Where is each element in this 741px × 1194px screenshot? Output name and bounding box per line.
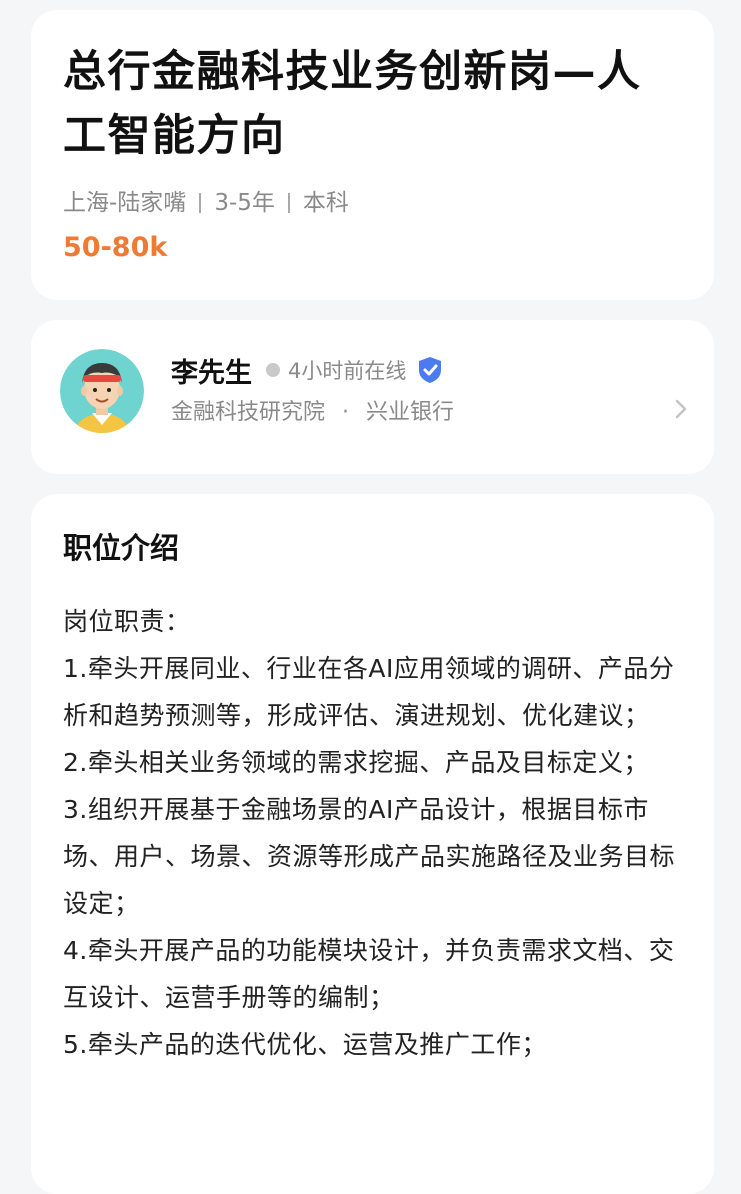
job-education: 本科 <box>302 190 349 216</box>
description-line: 1.牵头开展同业、行业在各AI应用领域的调研、产品分析和趋势预测等，形成评估、演… <box>63 654 675 730</box>
recruiter-card[interactable]: 李先生 4小时前在线 金融科技研究院 · 兴业银行 <box>31 320 714 474</box>
recruiter-name-row: 李先生 4小时前在线 <box>171 350 654 390</box>
company-separator: · <box>342 400 350 425</box>
section-title: 职位介绍 <box>63 531 180 565</box>
description-line: 4.牵头开展产品的功能模块设计，并负责需求文档、交互设计、运营手册等的编制； <box>63 936 675 1012</box>
chevron-right-icon[interactable] <box>674 398 688 420</box>
meta-divider <box>287 193 290 213</box>
recruiter-company-row: 金融科技研究院 · 兴业银行 <box>171 398 654 428</box>
recruiter-info: 李先生 4小时前在线 金融科技研究院 · 兴业银行 <box>171 350 654 428</box>
job-description-body: 岗位职责： 1.牵头开展同业、行业在各AI应用领域的调研、产品分析和趋势预测等，… <box>63 598 682 1068</box>
job-header-card: 总行金融科技业务创新岗—人工智能方向 上海-陆家嘴 3-5年 本科 50-80k <box>31 10 714 300</box>
recruiter-avatar[interactable] <box>60 349 144 433</box>
description-line: 3.组织开展基于金融场景的AI产品设计，根据目标市场、用户、场景、资源等形成产品… <box>63 795 676 918</box>
verified-shield-icon <box>419 357 442 383</box>
description-line: 2.牵头相关业务领域的需求挖掘、产品及目标定义； <box>63 748 649 777</box>
description-line: 岗位职责： <box>63 607 191 636</box>
online-status: 4小时前在线 <box>288 359 407 383</box>
job-meta: 上海-陆家嘴 3-5年 本科 <box>63 188 682 218</box>
job-experience: 3-5年 <box>214 190 275 216</box>
meta-divider <box>199 193 202 213</box>
job-salary: 50-80k <box>63 232 168 263</box>
recruiter-company: 兴业银行 <box>366 400 455 425</box>
job-location: 上海-陆家嘴 <box>63 190 187 216</box>
recruiter-name: 李先生 <box>171 357 252 389</box>
recruiter-department: 金融科技研究院 <box>171 400 326 425</box>
job-description-card: 职位介绍 岗位职责： 1.牵头开展同业、行业在各AI应用领域的调研、产品分析和趋… <box>31 494 714 1194</box>
status-dot-icon <box>266 363 280 377</box>
job-title: 总行金融科技业务创新岗—人工智能方向 <box>63 47 642 161</box>
avatar-icon <box>60 349 144 433</box>
description-line: 5.牵头产品的迭代优化、运营及推广工作； <box>63 1030 547 1059</box>
